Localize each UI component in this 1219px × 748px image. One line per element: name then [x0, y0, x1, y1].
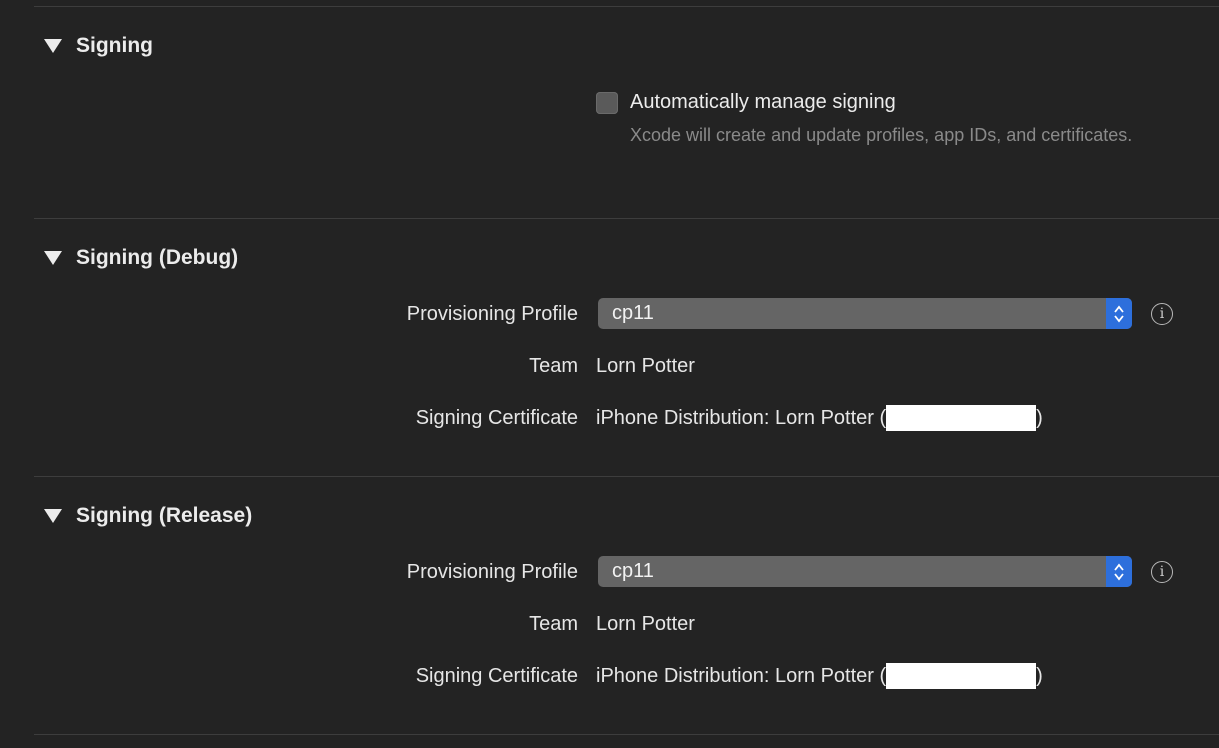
disclosure-triangle-icon[interactable]: [44, 251, 62, 265]
section-header-signing-debug[interactable]: Signing (Debug): [44, 244, 238, 272]
signing-certificate-suffix: ): [1036, 665, 1043, 687]
section-header-signing-release[interactable]: Signing (Release): [44, 502, 252, 530]
auto-manage-signing-description: Xcode will create and update profiles, a…: [630, 125, 1133, 145]
section-header-signing[interactable]: Signing: [44, 32, 153, 60]
signing-certificate-text: iPhone Distribution: Lorn Potter (: [596, 407, 887, 429]
divider: [34, 218, 1219, 219]
signing-certificate-text: iPhone Distribution: Lorn Potter (: [596, 665, 887, 687]
redaction-box: [886, 663, 1037, 689]
signing-certificate-value: iPhone Distribution: Lorn Potter (): [596, 405, 1043, 431]
signing-certificate-label: Signing Certificate: [415, 407, 578, 429]
divider: [34, 476, 1219, 477]
auto-manage-signing-label[interactable]: Automatically manage signing: [630, 91, 896, 114]
disclosure-triangle-icon[interactable]: [44, 509, 62, 523]
redaction-box: [886, 405, 1037, 431]
up-down-chevron-icon[interactable]: [1106, 298, 1132, 329]
provisioning-profile-value: cp11: [612, 560, 654, 582]
provisioning-profile-label: Provisioning Profile: [406, 561, 578, 583]
section-title: Signing: [76, 34, 153, 57]
signing-certificate-suffix: ): [1036, 407, 1043, 429]
up-down-chevron-icon[interactable]: [1106, 556, 1132, 587]
provisioning-profile-popup[interactable]: cp11: [598, 298, 1132, 329]
team-label: Team: [529, 613, 578, 635]
provisioning-profile-label: Provisioning Profile: [406, 303, 578, 325]
info-icon[interactable]: i: [1151, 561, 1173, 583]
auto-manage-signing-checkbox[interactable]: [596, 91, 618, 114]
provisioning-profile-popup[interactable]: cp11: [598, 556, 1132, 587]
divider: [34, 734, 1219, 735]
team-label: Team: [529, 355, 578, 377]
signing-certificate-value: iPhone Distribution: Lorn Potter (): [596, 663, 1043, 689]
team-value: Lorn Potter: [596, 613, 695, 635]
auto-manage-signing-row[interactable]: Automatically manage signing: [596, 91, 896, 114]
divider: [34, 6, 1219, 7]
section-title: Signing (Debug): [76, 246, 239, 269]
team-value: Lorn Potter: [596, 355, 695, 377]
provisioning-profile-value: cp11: [612, 302, 654, 324]
info-icon[interactable]: i: [1151, 303, 1173, 325]
disclosure-triangle-icon[interactable]: [44, 39, 62, 53]
section-title: Signing (Release): [76, 504, 253, 527]
signing-certificate-label: Signing Certificate: [415, 665, 578, 687]
